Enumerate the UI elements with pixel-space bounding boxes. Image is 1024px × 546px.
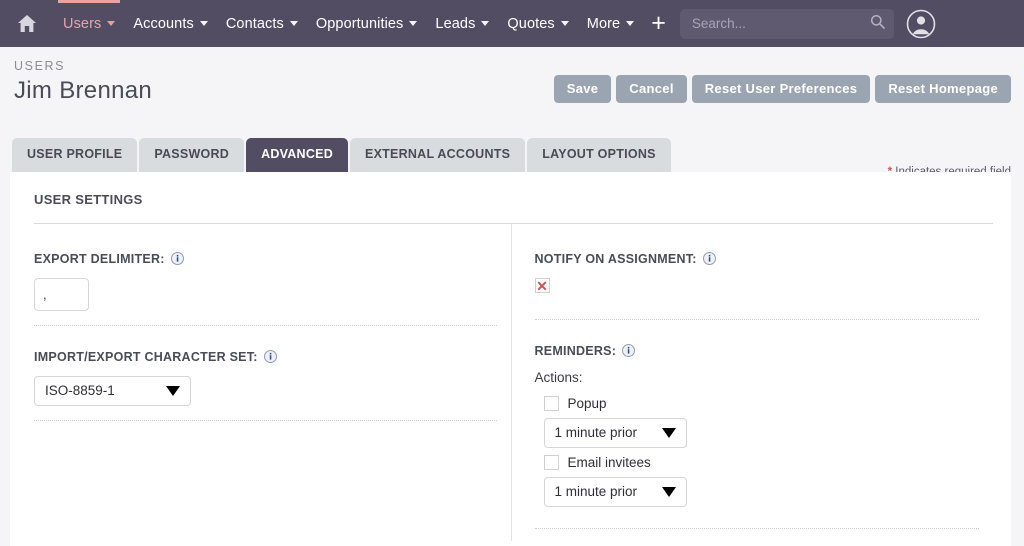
checkbox-check-mark: ✕ <box>536 277 548 294</box>
panel-title: USER SETTINGS <box>34 191 143 207</box>
field-reminders: REMINDERS: Actions: Popup 1 minute prior… <box>534 320 980 529</box>
tab-password[interactable]: PASSWORD <box>139 138 245 172</box>
nav-item-label: Users <box>63 15 102 32</box>
nav-item-opportunities[interactable]: Opportunities <box>307 0 427 47</box>
nav-item-label: Leads <box>435 15 476 32</box>
reminder-popup-timing-value: 1 minute prior <box>554 425 638 440</box>
reminder-email-invitees-label: Email invitees <box>567 454 651 470</box>
info-icon[interactable] <box>170 252 184 265</box>
reminder-email-timing-select[interactable]: 1 minute prior <box>543 476 687 507</box>
chevron-down-icon <box>661 486 676 497</box>
reminders-actions-label: Actions: <box>534 369 583 385</box>
info-icon[interactable] <box>702 252 716 265</box>
reminder-email-row: Email invitees <box>543 454 980 470</box>
chevron-down-icon <box>289 21 298 26</box>
nav-item-more[interactable]: More <box>578 0 643 47</box>
reset-user-preferences-button[interactable]: Reset User Preferences <box>691 75 871 103</box>
info-icon[interactable] <box>263 350 277 363</box>
chevron-down-icon <box>661 427 676 438</box>
quick-create-plus-icon[interactable]: + <box>643 11 676 36</box>
nav-item-accounts[interactable]: Accounts <box>124 0 216 47</box>
settings-column-right: NOTIFY ON ASSIGNMENT: ✕ REMINDERS: Actio… <box>511 228 994 529</box>
charset-select[interactable]: ISO-8859-1 <box>34 375 191 406</box>
column-divider <box>510 223 512 541</box>
settings-column-left: EXPORT DELIMITER: IMPORT/EXPORT CHARACTE… <box>28 228 511 529</box>
notify-on-assignment-label: NOTIFY ON ASSIGNMENT: <box>534 251 697 266</box>
tab-external-accounts[interactable]: EXTERNAL ACCOUNTS <box>349 138 526 172</box>
home-icon[interactable] <box>10 9 44 39</box>
page-header: USERS Jim Brennan Save Cancel Reset User… <box>0 47 1024 178</box>
reminder-email-invitees-checkbox[interactable] <box>543 454 559 470</box>
tab-bar: USER PROFILE PASSWORD ADVANCED EXTERNAL … <box>0 138 1024 172</box>
field-label: EXPORT DELIMITER: <box>34 252 497 266</box>
nav-item-label: Opportunities <box>315 15 404 32</box>
field-label: NOTIFY ON ASSIGNMENT: <box>535 252 980 266</box>
chevron-down-icon <box>166 385 180 396</box>
nav-item-leads[interactable]: Leads <box>426 0 498 47</box>
reminders-label: REMINDERS: <box>534 343 617 358</box>
charset-selected-value: ISO-8859-1 <box>45 383 115 398</box>
field-charset: IMPORT/EXPORT CHARACTER SET: ISO-8859-1 <box>34 326 497 421</box>
action-button-bar: Save Cancel Reset User Preferences Reset… <box>553 75 1011 103</box>
chevron-down-icon <box>107 21 116 26</box>
cancel-button[interactable]: Cancel <box>616 75 687 103</box>
field-label: IMPORT/EXPORT CHARACTER SET: <box>34 350 497 364</box>
top-navbar: Users Accounts Contacts Opportunities Le… <box>0 0 1024 47</box>
nav-item-contacts[interactable]: Contacts <box>217 0 307 47</box>
field-label: REMINDERS: <box>535 344 980 358</box>
search-input[interactable] <box>679 8 894 39</box>
charset-label: IMPORT/EXPORT CHARACTER SET: <box>34 349 258 364</box>
user-avatar-icon[interactable] <box>906 9 936 39</box>
export-delimiter-label: EXPORT DELIMITER: <box>34 251 165 266</box>
reset-homepage-button[interactable]: Reset Homepage <box>875 75 1011 103</box>
reminder-email-timing-value: 1 minute prior <box>554 484 638 499</box>
chevron-down-icon <box>481 21 490 26</box>
chevron-down-icon <box>560 21 569 26</box>
reminder-popup-label: Popup <box>567 395 607 411</box>
tab-user-profile[interactable]: USER PROFILE <box>12 138 138 172</box>
tab-advanced[interactable]: ADVANCED <box>246 138 348 172</box>
reminder-popup-row: Popup <box>543 395 980 411</box>
user-settings-panel: USER SETTINGS EXPORT DELIMITER: , IMPORT… <box>10 171 1011 546</box>
nav-item-label: Contacts <box>225 15 284 32</box>
chevron-down-icon <box>409 21 418 26</box>
reminder-popup-checkbox[interactable] <box>543 395 559 411</box>
tab-layout-options[interactable]: LAYOUT OPTIONS <box>527 138 671 172</box>
notify-on-assignment-checkbox[interactable]: ✕ <box>534 277 550 294</box>
nav-item-quotes[interactable]: Quotes <box>498 0 577 47</box>
field-export-delimiter: EXPORT DELIMITER: <box>34 228 497 326</box>
settings-grid: EXPORT DELIMITER: IMPORT/EXPORT CHARACTE… <box>28 223 994 541</box>
nav-item-label: Quotes <box>507 15 555 32</box>
nav-item-users[interactable]: Users <box>54 0 124 47</box>
search-box[interactable] <box>679 8 894 39</box>
nav-item-label: More <box>586 15 621 32</box>
field-notify-on-assignment: NOTIFY ON ASSIGNMENT: ✕ <box>534 228 980 320</box>
chevron-down-icon <box>199 21 208 26</box>
nav-item-label: Accounts <box>133 15 194 32</box>
export-delimiter-input[interactable] <box>34 277 89 311</box>
chevron-down-icon <box>626 21 635 26</box>
info-icon[interactable] <box>622 344 636 357</box>
reminder-popup-timing-select[interactable]: 1 minute prior <box>543 417 687 448</box>
breadcrumb-module: USERS <box>14 59 66 73</box>
save-button[interactable]: Save <box>553 75 612 103</box>
